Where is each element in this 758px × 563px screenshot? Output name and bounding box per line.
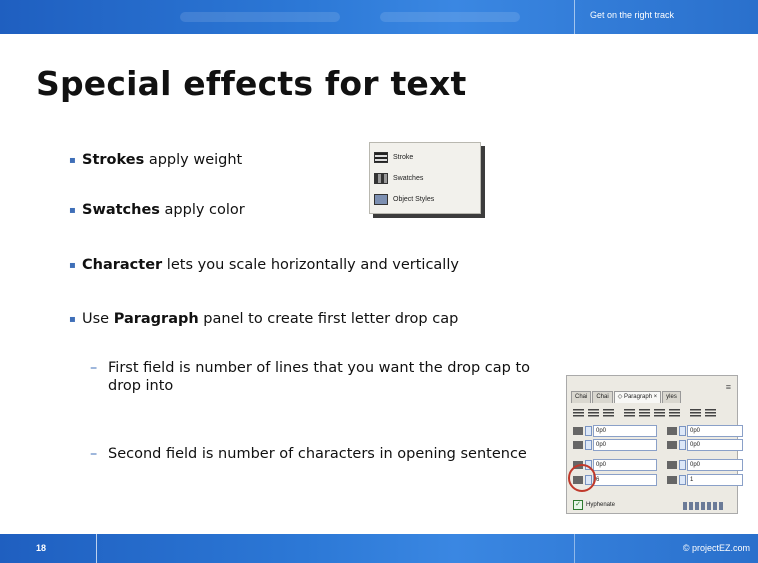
bullet-keyword: Strokes (82, 152, 145, 168)
panel-tabs: Chai Chai ◇ Paragraph × yles (571, 391, 701, 403)
bullet-item: ▪ Use Paragraph panel to create first le… (69, 311, 602, 327)
panel-menu-icon[interactable]: ≡ (726, 382, 731, 392)
bullet-item: ▪ Character lets you scale horizontally … (69, 257, 602, 273)
spinner-icon[interactable] (679, 440, 686, 450)
spinner-icon[interactable] (679, 426, 686, 436)
tab-paragraph[interactable]: ◇ Paragraph × (613, 391, 662, 403)
panel-menu-item-stroke[interactable]: Stroke (374, 149, 474, 165)
drop-cap-row: 6 1 (573, 474, 743, 486)
left-indent-field[interactable]: 0p0 (593, 425, 657, 437)
indent-row-2: 0p0 0p0 (573, 439, 743, 451)
sub-bullet-item: – First field is number of lines that yo… (90, 359, 538, 395)
bullet-text: lets you scale horizontally and vertical… (162, 257, 459, 273)
bullet-item: ▪ Swatches apply color (69, 202, 602, 218)
page-number: 18 (36, 543, 47, 553)
justify-center-icon[interactable] (639, 409, 650, 418)
bullet-marker: ▪ (69, 314, 76, 325)
slide: Get on the right track Special effects f… (0, 0, 758, 563)
bullet-keyword: Character (82, 257, 163, 273)
sub-bullet-marker: – (90, 446, 98, 462)
align-left-icon[interactable] (573, 409, 584, 418)
menu-item-label: Stroke (393, 153, 414, 161)
bullet-list: ▪ Strokes apply weight ▪ Swatches apply … (69, 152, 602, 462)
bullet-text: apply color (159, 202, 245, 218)
align-right-icon[interactable] (603, 409, 614, 418)
tab-styles[interactable]: yles (662, 391, 681, 403)
last-line-indent-icon (667, 441, 677, 449)
bullet-text: Use (82, 311, 114, 327)
last-line-indent-field[interactable]: 0p0 (687, 439, 743, 451)
justify-left-icon[interactable] (624, 409, 635, 418)
footer-banner: 18 © projectEZ.com (0, 534, 758, 563)
swatches-icon (374, 172, 388, 184)
banner-divider (574, 0, 575, 34)
bullet-item: ▪ Strokes apply weight (69, 152, 602, 168)
sub-bullet-marker: – (90, 360, 98, 376)
justify-right-icon[interactable] (654, 409, 665, 418)
drop-cap-chars-field[interactable]: 1 (687, 474, 743, 486)
align-towards-spine-icon[interactable] (690, 409, 701, 418)
align-center-icon[interactable] (588, 409, 599, 418)
footer-divider (574, 534, 575, 563)
banner-streak (380, 12, 520, 22)
spacing-row: 0p0 0p0 (573, 459, 743, 471)
paragraph-panel-screenshot: ≡ Chai Chai ◇ Paragraph × yles 0p0 0p0 0… (566, 375, 743, 514)
space-after-icon (667, 461, 677, 469)
menu-item-label: Object Styles (393, 195, 435, 203)
drop-cap-chars-icon (667, 476, 677, 484)
justify-all-icon[interactable] (669, 409, 680, 418)
drop-cap-lines-field[interactable]: 6 (593, 474, 657, 486)
stroke-icon (374, 151, 388, 163)
panel-view-icons[interactable] (683, 502, 723, 510)
bullet-keyword: Paragraph (113, 311, 199, 327)
top-banner: Get on the right track (0, 0, 758, 34)
copyright-text: © projectEZ.com (682, 543, 750, 553)
drop-cap-highlight-circle (568, 464, 596, 492)
left-indent-icon (573, 427, 583, 435)
tab-character[interactable]: Chai (571, 391, 592, 403)
stroke-swatches-panel-screenshot: Stroke Swatches Object Styles (369, 142, 481, 214)
menu-item-label: Swatches (393, 174, 424, 182)
footer-divider (96, 534, 97, 563)
slide-title: Special effects for text (36, 64, 467, 103)
banner-tagline: Get on the right track (590, 10, 675, 20)
sub-bullet-text: First field is number of lines that you … (108, 360, 531, 394)
bullet-marker: ▪ (69, 155, 76, 166)
sub-bullet-item: – Second field is number of characters i… (90, 445, 538, 463)
panel-menu-item-swatches[interactable]: Swatches (374, 170, 474, 186)
bullet-marker: ▪ (69, 205, 76, 216)
object-styles-icon (374, 193, 388, 205)
bullet-text: apply weight (144, 152, 243, 168)
right-indent-field[interactable]: 0p0 (687, 425, 743, 437)
right-indent-icon (667, 427, 677, 435)
space-before-field[interactable]: 0p0 (593, 459, 657, 471)
bullet-marker: ▪ (69, 260, 76, 271)
spinner-icon[interactable] (585, 426, 592, 436)
indent-row-1: 0p0 0p0 (573, 425, 743, 437)
bullet-keyword: Swatches (82, 202, 160, 218)
hyphenate-label: Hyphenate (586, 502, 616, 508)
hyphenate-checkbox[interactable]: ✓ (573, 500, 583, 510)
spinner-icon[interactable] (679, 475, 686, 485)
align-away-spine-icon[interactable] (705, 409, 716, 418)
spinner-icon[interactable] (585, 440, 592, 450)
hyphenate-row: ✓ Hyphenate (573, 500, 615, 510)
alignment-buttons (573, 409, 720, 418)
sub-bullet-text: Second field is number of characters in … (108, 446, 527, 462)
panel-menu-item-object-styles[interactable]: Object Styles (374, 191, 474, 207)
bullet-text: panel to create first letter drop cap (198, 311, 459, 327)
first-line-indent-icon (573, 441, 583, 449)
first-line-indent-field[interactable]: 0p0 (593, 439, 657, 451)
spinner-icon[interactable] (679, 460, 686, 470)
banner-streak (180, 12, 340, 22)
space-after-field[interactable]: 0p0 (687, 459, 743, 471)
tab-character-styles[interactable]: Chai (592, 391, 613, 403)
